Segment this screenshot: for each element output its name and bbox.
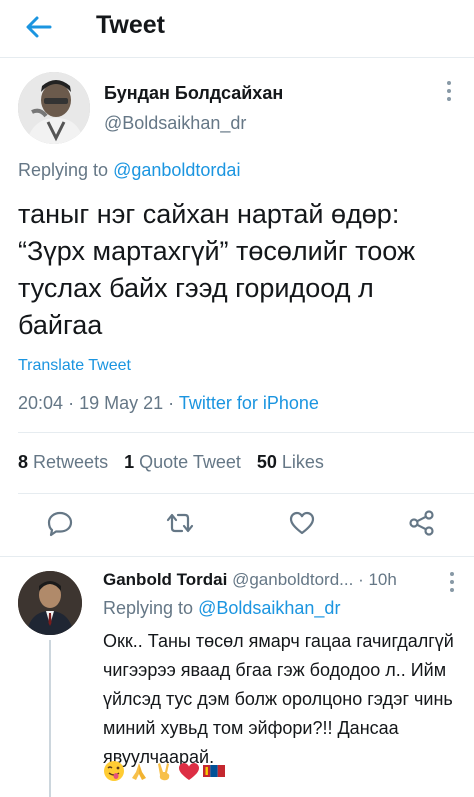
replying-to: Replying to @ganboldtordai bbox=[18, 160, 240, 181]
replying-to-link[interactable]: @ganboldtordai bbox=[113, 160, 240, 180]
reply-separator: · bbox=[358, 570, 364, 589]
top-bar: Tweet bbox=[0, 0, 474, 58]
meta-separator: · bbox=[68, 393, 75, 413]
likes-label: Likes bbox=[281, 452, 324, 472]
share-icon[interactable] bbox=[408, 509, 436, 537]
thread-line bbox=[49, 640, 51, 797]
replying-to-link[interactable]: @Boldsaikhan_dr bbox=[198, 598, 340, 618]
reply-emojis bbox=[103, 759, 225, 783]
reply-author-name[interactable]: Ganbold Tordai bbox=[103, 570, 227, 589]
tweet-text: таныг нэг сайхан нартай өдөр: “Зүрх март… bbox=[18, 199, 416, 340]
tweet-time: 20:04 bbox=[18, 393, 64, 413]
retweets-stat[interactable]: 8 Retweets bbox=[18, 452, 108, 472]
reply-age: 10h bbox=[368, 570, 397, 589]
page-title: Tweet bbox=[96, 11, 165, 39]
red-heart-icon bbox=[179, 763, 199, 780]
winking-tongue-face-icon bbox=[104, 761, 124, 781]
reply-author-handle[interactable]: @ganboldtord... bbox=[232, 570, 353, 589]
quotes-label: Quote Tweet bbox=[139, 452, 241, 472]
tweet-meta: 20:04 · 19 May 21 · Twitter for iPhone bbox=[18, 393, 319, 414]
author-name[interactable]: Бундан Болдсайхан bbox=[104, 83, 283, 104]
victory-hand-icon bbox=[158, 763, 170, 781]
reply-header: Ganbold Tordai @ganboldtord... · 10h bbox=[103, 570, 397, 590]
reply-icon[interactable] bbox=[46, 509, 74, 537]
replying-prefix: Replying to bbox=[18, 160, 109, 180]
divider bbox=[0, 556, 474, 557]
quotes-count: 1 bbox=[124, 452, 135, 472]
like-heart-icon[interactable] bbox=[288, 509, 316, 537]
retweet-icon[interactable] bbox=[166, 509, 194, 537]
author-handle[interactable]: @Boldsaikhan_dr bbox=[104, 113, 246, 134]
tweet-date: 19 May 21 bbox=[79, 393, 164, 413]
mongolia-flag-icon bbox=[203, 765, 225, 777]
replying-prefix: Replying to bbox=[103, 598, 194, 618]
likes-count: 50 bbox=[256, 452, 277, 472]
folded-hands-icon bbox=[132, 763, 146, 780]
meta-separator: · bbox=[168, 393, 175, 413]
divider bbox=[18, 432, 474, 433]
reply-text: Окк.. Таны төсөл ямарч гацаа гачигдалгүй… bbox=[103, 631, 454, 767]
divider bbox=[18, 493, 474, 494]
reply-replying-to: Replying to @Boldsaikhan_dr bbox=[103, 598, 340, 619]
retweets-label: Retweets bbox=[33, 452, 109, 472]
reply-author-avatar[interactable] bbox=[18, 571, 82, 635]
author-avatar[interactable] bbox=[18, 72, 90, 144]
tweet-source-link[interactable]: Twitter for iPhone bbox=[179, 393, 319, 413]
back-arrow-icon[interactable] bbox=[22, 10, 56, 44]
retweets-count: 8 bbox=[18, 452, 29, 472]
likes-stat[interactable]: 50 Likes bbox=[257, 452, 324, 472]
translate-tweet-link[interactable]: Translate Tweet bbox=[18, 357, 131, 375]
tweet-stats: 8 Retweets 1 Quote Tweet 50 Likes bbox=[18, 452, 324, 473]
quote-tweets-stat[interactable]: 1 Quote Tweet bbox=[124, 452, 241, 472]
more-options-icon[interactable] bbox=[446, 571, 458, 593]
more-options-icon[interactable] bbox=[443, 80, 455, 102]
